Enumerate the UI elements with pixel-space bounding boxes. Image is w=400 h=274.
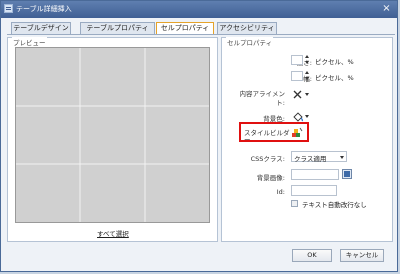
height-unit: ピクセル、% (315, 58, 354, 66)
preview-title: プレビュー (12, 37, 47, 47)
id-input[interactable] (291, 185, 337, 196)
preview-grid[interactable] (15, 47, 210, 223)
css-class-value: クラス適用 (294, 155, 327, 163)
css-class-label: CSSクラス: (250, 155, 285, 163)
tab-table-design[interactable]: テーブルデザイン (11, 22, 71, 34)
bgcolor-picker[interactable] (292, 111, 310, 122)
width-spinner[interactable] (305, 71, 310, 80)
cancel-button[interactable]: キャンセル (340, 249, 384, 262)
css-class-dropdown-icon (340, 156, 344, 159)
select-all-link[interactable]: すべて選択 (97, 228, 129, 238)
tab-divider (7, 34, 395, 35)
width-unit: ピクセル、% (315, 74, 354, 82)
alignment-picker[interactable] (292, 89, 310, 100)
window-title: テーブル詳細挿入 (16, 5, 72, 13)
style-builder-highlight (239, 122, 309, 142)
table-icon (4, 4, 13, 13)
nowrap-checkbox[interactable] (291, 200, 298, 207)
width-input[interactable] (291, 71, 303, 81)
nowrap-label: テキスト自動改行なし (302, 201, 367, 209)
tab-table-properties[interactable]: テーブルプロパティ (80, 22, 155, 34)
alignment-icon (293, 90, 302, 99)
bgimage-label: 背景画像: (256, 174, 285, 182)
tab-accessibility[interactable]: アクセシビリティ (217, 22, 277, 34)
id-label: Id: (276, 188, 285, 196)
height-spinner[interactable] (305, 55, 310, 64)
bgcolor-dropdown-icon (305, 115, 309, 118)
preview-grid-lines (16, 48, 209, 222)
title-bar[interactable]: テーブル詳細挿入 × (1, 1, 397, 18)
ok-button[interactable]: OK (292, 249, 332, 262)
table-properties-dialog: テーブル詳細挿入 × テーブルデザイン テーブルプロパティ セルプロパティ アク… (0, 0, 398, 272)
image-browse-icon (342, 169, 352, 179)
paint-bucket-icon (293, 112, 303, 122)
close-button[interactable]: × (381, 3, 392, 14)
css-class-select[interactable]: クラス適用 (291, 151, 347, 163)
alignment-dropdown-icon (305, 93, 309, 96)
height-input[interactable] (291, 55, 303, 65)
cell-properties-title: セルプロパティ (226, 37, 274, 47)
tab-bar: テーブルデザイン テーブルプロパティ セルプロパティ アクセシビリティ (7, 22, 395, 35)
align-label-line2: ト: (276, 99, 285, 107)
bgimage-browse-button[interactable] (342, 169, 352, 179)
bgimage-input[interactable] (291, 169, 339, 180)
